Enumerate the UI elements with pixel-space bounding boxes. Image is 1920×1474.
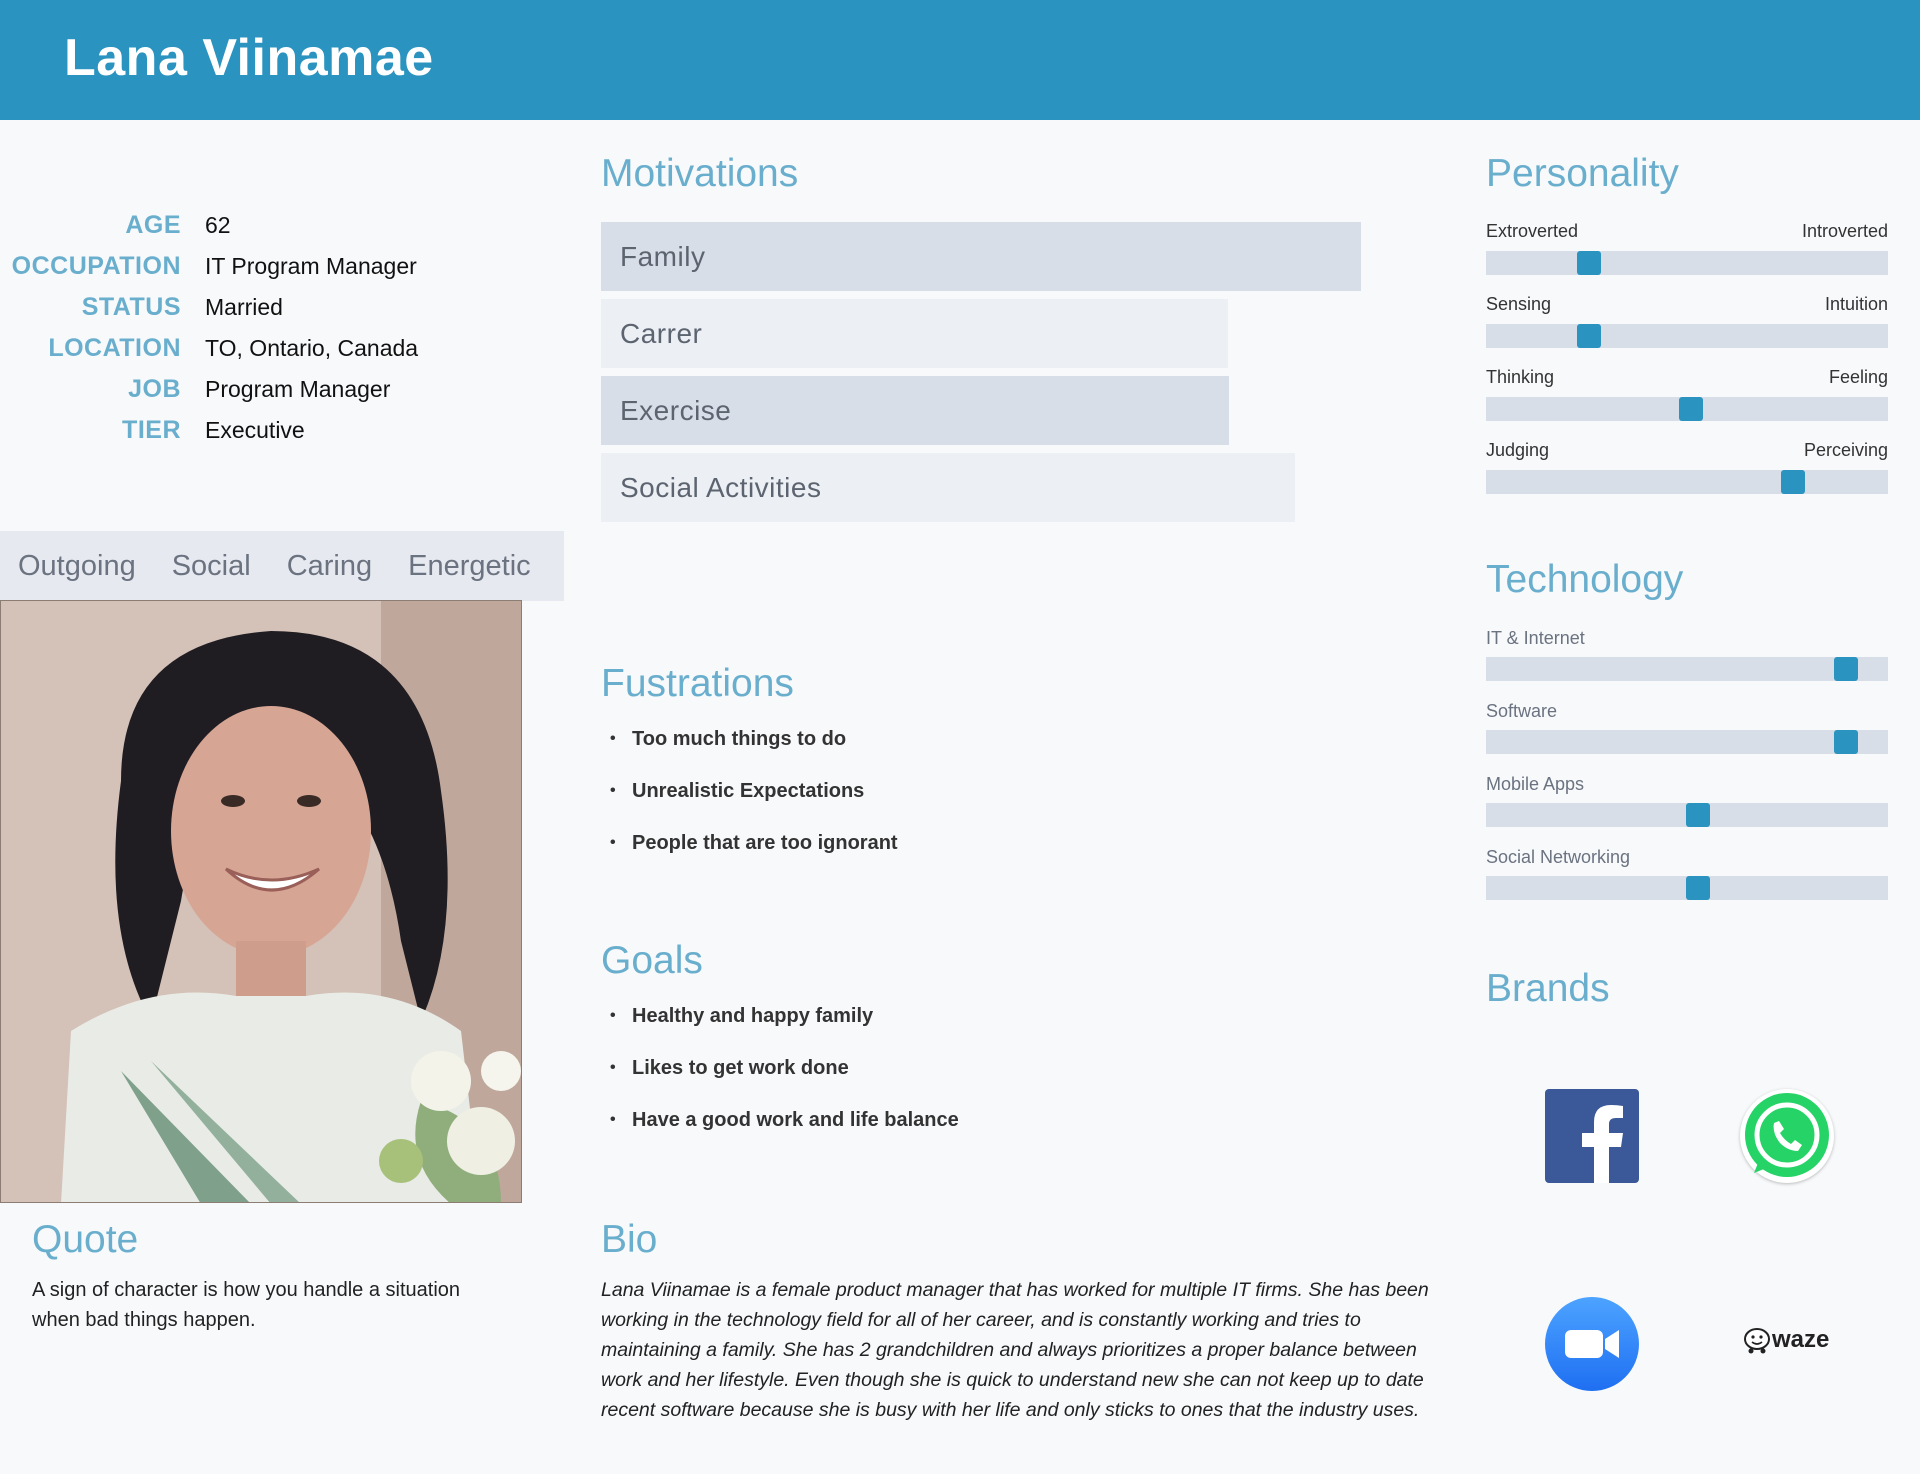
info-row-location: LOCATION TO, Ontario, Canada — [0, 328, 560, 369]
trait-tag: Social — [171, 549, 251, 582]
whatsapp-icon — [1740, 1089, 1834, 1183]
personality-title: Personality — [1486, 152, 1679, 195]
list-item: Likes to get work done — [606, 1056, 959, 1108]
scale-right-label: Feeling — [1828, 367, 1888, 387]
tech-slider-track — [1486, 657, 1888, 681]
info-label: JOB — [128, 375, 181, 403]
personality-slider-track — [1486, 397, 1888, 421]
tech-slider-track — [1486, 803, 1888, 827]
list-item: Have a good work and life balance — [606, 1108, 959, 1160]
tech-slider-knob — [1834, 657, 1858, 681]
tech-slider-knob — [1686, 803, 1710, 827]
quote-text: A sign of character is how you handle a … — [32, 1279, 461, 1331]
waze-icon: waze — [1742, 1326, 1829, 1354]
personality-scale-labels: Judging Perceiving — [1486, 440, 1888, 461]
info-row-job: JOB Program Manager — [0, 369, 560, 410]
personality-scale-labels: Sensing Intuition — [1486, 294, 1888, 315]
list-item: Unrealistic Expectations — [606, 779, 898, 831]
list-item: People that are too ignorant — [606, 831, 898, 883]
info-value: Program Manager — [205, 376, 391, 402]
persona-photo — [0, 600, 522, 1203]
motivation-label: Carrer — [620, 317, 703, 349]
tech-slider-track — [1486, 876, 1888, 900]
info-value: Executive — [205, 417, 305, 443]
scale-left-label: Thinking — [1486, 367, 1555, 387]
trait-tag: Caring — [286, 549, 373, 582]
persona-info: AGE 62 OCCUPATION IT Program Manager STA… — [0, 205, 560, 451]
info-value: 62 — [205, 212, 231, 238]
scale-right-label: Introverted — [1801, 221, 1888, 241]
info-label: AGE — [125, 211, 181, 239]
info-label: STATUS — [81, 293, 181, 321]
brands-title: Brands — [1486, 967, 1610, 1010]
goals-title: Goals — [601, 939, 703, 982]
motivation-bar: Social Activities — [601, 453, 1295, 522]
personality-scale-labels: Extroverted Introverted — [1486, 221, 1888, 242]
list-item: Healthy and happy family — [606, 1004, 959, 1056]
tech-label: Software — [1486, 701, 1558, 721]
bio-text: Lana Viinamae is a female product manage… — [601, 1279, 1429, 1421]
tech-slider-knob — [1686, 876, 1710, 900]
portrait-illustration — [1, 601, 521, 1202]
scale-left-label: Extroverted — [1486, 221, 1579, 241]
personality-slider-knob — [1577, 251, 1601, 275]
header-bar: Lana Viinamae — [0, 0, 1920, 120]
persona-name: Lana Viinamae — [64, 29, 434, 87]
tech-slider-track — [1486, 730, 1888, 754]
info-label: OCCUPATION — [11, 252, 181, 280]
bio-title: Bio — [601, 1218, 658, 1261]
trait-tags: Outgoing Social Caring Energetic — [0, 531, 564, 601]
info-row-age: AGE 62 — [0, 205, 560, 246]
motivations-title: Motivations — [601, 152, 799, 195]
facebook-icon — [1545, 1089, 1639, 1183]
waze-wordmark: waze — [1772, 1326, 1830, 1353]
tech-slider-knob — [1834, 730, 1858, 754]
personality-slider-track — [1486, 470, 1888, 494]
scale-right-label: Intuition — [1824, 294, 1888, 314]
tech-label: Social Networking — [1486, 847, 1631, 867]
personality-slider-knob — [1577, 324, 1601, 348]
quote-title: Quote — [32, 1218, 139, 1261]
motivation-label: Family — [620, 240, 706, 272]
technology-title: Technology — [1486, 558, 1684, 601]
scale-left-label: Judging — [1486, 440, 1550, 460]
info-value: TO, Ontario, Canada — [205, 335, 419, 361]
goals-list: Healthy and happy family Likes to get wo… — [606, 1004, 959, 1160]
personality-slider-knob — [1679, 397, 1703, 421]
info-row-status: STATUS Married — [0, 287, 560, 328]
list-item: Too much things to do — [606, 727, 898, 779]
waze-face-icon — [1744, 1328, 1770, 1354]
frustrations-title: Fustrations — [601, 662, 794, 705]
zoom-icon — [1545, 1297, 1639, 1391]
personality-slider-track — [1486, 251, 1888, 275]
motivation-bar: Exercise — [601, 376, 1229, 445]
motivation-bar: Carrer — [601, 299, 1228, 368]
motivation-bar: Family — [601, 222, 1361, 291]
info-row-tier: TIER Executive — [0, 410, 560, 451]
scale-left-label: Sensing — [1486, 294, 1552, 314]
scale-right-label: Perceiving — [1803, 440, 1888, 460]
trait-tag: Outgoing — [18, 549, 136, 582]
personality-scale-labels: Thinking Feeling — [1486, 367, 1888, 388]
personality-slider-track — [1486, 324, 1888, 348]
motivation-label: Social Activities — [620, 471, 822, 503]
trait-tag: Energetic — [408, 549, 531, 582]
tech-label: IT & Internet — [1486, 628, 1585, 648]
frustrations-list: Too much things to do Unrealistic Expect… — [606, 727, 898, 883]
motivation-label: Exercise — [620, 394, 732, 426]
personality-slider-knob — [1781, 470, 1805, 494]
info-label: LOCATION — [48, 334, 181, 362]
tech-label: Mobile Apps — [1486, 774, 1585, 794]
info-value: Married — [205, 294, 283, 320]
info-label: TIER — [122, 416, 181, 444]
info-row-occupation: OCCUPATION IT Program Manager — [0, 246, 560, 287]
info-value: IT Program Manager — [205, 253, 417, 279]
